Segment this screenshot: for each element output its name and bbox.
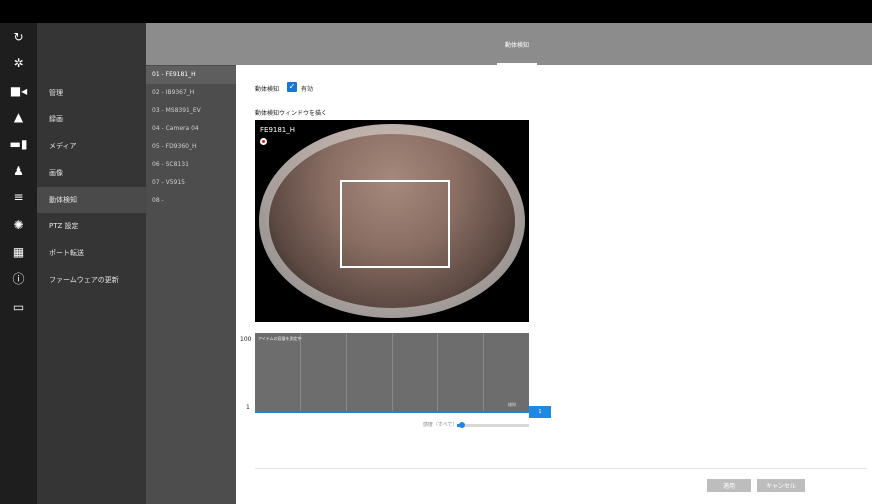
graph-y-min: 1 [246,404,250,411]
enable-checkbox[interactable]: ✓ [287,82,297,92]
main-content: 動体検知 ✓ 有効 動体検知ウィンドウを描く FE9181_H 100 1 アイ… [237,65,872,504]
graph-level-text: 検知 [508,402,516,407]
value-box: 1 [529,406,551,418]
settings-nav: 管理 録画 メディア 画像 動体検知 PTZ 設定 ポート転送 ファームウェアの… [37,23,146,504]
page-header: 動体検知 [146,23,872,65]
tab-motion-detection[interactable]: 動体検知 [495,23,539,65]
camera-preview[interactable]: FE9181_H [255,120,529,322]
nav-item-management[interactable]: 管理 [37,80,146,106]
nav-item-label: ポート転送 [49,249,84,257]
preview-camera-name: FE9181_H [260,126,296,134]
camera-item-08[interactable]: 08 - [146,192,236,210]
nav-item-label: 動体検知 [49,196,77,204]
camera-item-05[interactable]: 05 - FD9360_H [146,138,236,156]
camera-item-03[interactable]: 03 - MS8391_EV [146,102,236,120]
camera-item-07[interactable]: 07 - V5915 [146,174,236,192]
nav-item-motion-detection[interactable]: 動体検知 [37,187,146,213]
nav-item-media[interactable]: メディア [37,133,146,159]
graph-gridline [483,333,484,413]
camera-item-06[interactable]: 06 - SC8131 [146,156,236,174]
camera-item-04[interactable]: 04 - Camera 04 [146,120,236,138]
apply-button[interactable]: 適用 [707,479,751,492]
nav-item-image[interactable]: 画像 [37,160,146,186]
motion-graph: アイテムの容量を測定中 検知 [255,333,529,413]
camera-list: 01 - FE9181_H 02 - IB9367_H 03 - MS8391_… [146,23,236,504]
monitor-icon[interactable]: ▬▮ [0,134,37,154]
footer-divider [255,468,867,469]
nav-item-firmware-update[interactable]: ファームウェアの更新 [37,267,146,293]
enable-label: 有効 [301,86,314,93]
motion-detection-label: 動体検知 [255,86,280,93]
camera-icon[interactable]: ■◂ [0,81,37,101]
nav-item-label: PTZ 設定 [49,222,79,230]
sensitivity-handle[interactable] [458,422,465,428]
nav-item-ptz-settings[interactable]: PTZ 設定 [37,213,146,239]
nav-item-port-forwarding[interactable]: ポート転送 [37,240,146,266]
graph-y-max: 100 [240,336,252,343]
graph-baseline [255,411,529,413]
cancel-button[interactable]: キャンセル [757,479,805,492]
alert-icon[interactable]: ▲ [0,107,37,127]
graph-gridline [346,333,347,413]
nav-item-label: 録画 [49,115,63,123]
camera-item-02[interactable]: 02 - IB9367_H [146,84,236,102]
graph-gridline [300,333,301,413]
sensitivity-label: 感度（すべて） [423,422,458,428]
database-icon[interactable]: ≡ [0,187,37,207]
info-icon[interactable]: ⓘ [0,268,37,288]
person-icon[interactable]: ♟ [0,161,37,181]
nav-item-label: 画像 [49,169,63,177]
icon-sidebar: ↻ ✲ ■◂ ▲ ▬▮ ♟ ≡ ✺ ▦ ⓘ ▭ [0,23,37,504]
graph-gridline [437,333,438,413]
gear-icon[interactable]: ✲ [0,53,37,73]
record-icon [260,138,267,145]
draw-window-label: 動体検知ウィンドウを描く [255,110,328,117]
tab-label: 動体検知 [504,41,529,49]
sensitivity-slider[interactable] [457,422,529,428]
building-icon[interactable]: ▭ [0,297,37,317]
sensitivity-control: 感度（すべて） [423,420,533,430]
user-icon[interactable]: ↻ [0,27,37,47]
network-icon[interactable]: ✺ [0,215,37,235]
nav-item-label: メディア [49,142,77,150]
top-bar [0,0,872,23]
motion-window[interactable] [340,180,450,268]
camera-item-01[interactable]: 01 - FE9181_H [146,66,236,84]
nav-item-label: ファームウェアの更新 [49,276,119,284]
graph-title: アイテムの容量を測定中 [258,336,302,341]
nav-item-label: 管理 [49,89,63,97]
nav-item-recording[interactable]: 録画 [37,106,146,132]
grid-icon[interactable]: ▦ [0,242,37,262]
graph-gridline [392,333,393,413]
